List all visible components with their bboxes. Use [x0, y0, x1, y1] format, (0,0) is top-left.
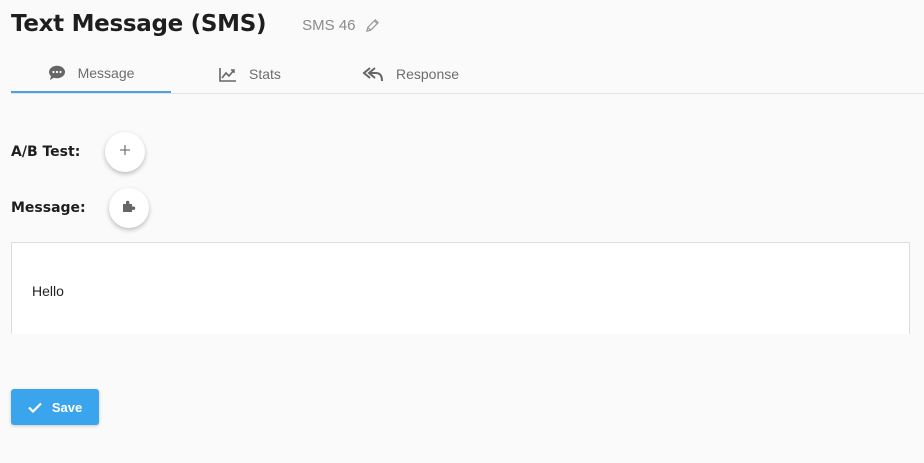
page-header: Text Message (SMS) SMS 46	[11, 6, 380, 42]
sms-id: SMS 46	[302, 17, 379, 34]
tab-response-label: Response	[396, 66, 460, 82]
add-ab-test-button[interactable]	[105, 132, 145, 172]
pencil-icon[interactable]	[365, 18, 380, 33]
reply-all-icon	[362, 66, 384, 82]
insert-merge-field-button[interactable]	[109, 188, 149, 228]
tab-message-label: Message	[77, 64, 135, 81]
page-title: Text Message (SMS)	[11, 11, 267, 37]
line-chart-icon	[219, 67, 237, 82]
sms-id-label: SMS 46	[302, 17, 356, 34]
plus-icon	[119, 143, 131, 161]
tab-message[interactable]: Message	[11, 54, 171, 93]
tab-stats[interactable]: Stats	[219, 54, 281, 94]
ab-test-label: A/B Test:	[11, 144, 81, 160]
tab-stats-label: Stats	[249, 66, 281, 82]
message-label: Message:	[11, 200, 86, 216]
save-button[interactable]: Save	[11, 389, 99, 425]
tab-response[interactable]: Response	[362, 54, 459, 94]
tab-bar: Message Stats Response	[11, 54, 924, 94]
save-button-label: Save	[51, 399, 83, 415]
message-text: Hello	[32, 283, 64, 299]
message-editor[interactable]: Hello	[11, 242, 910, 334]
check-icon	[28, 402, 42, 413]
puzzle-icon	[121, 198, 137, 219]
chat-bubble-icon	[48, 65, 66, 81]
